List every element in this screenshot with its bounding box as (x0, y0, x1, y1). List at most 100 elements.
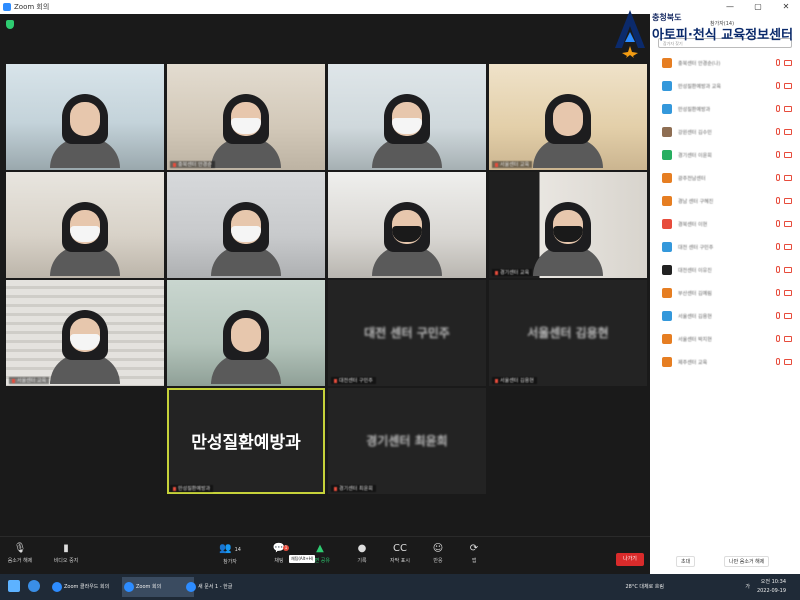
mic-muted-icon (776, 220, 780, 227)
participant-name-label: 서울센터 교육 (9, 377, 50, 384)
video-tile[interactable]: 만성질환예방과 만성질환예방과 (167, 388, 325, 494)
camera-off-icon (784, 221, 792, 227)
video-tile[interactable]: 서울센터 교육 (6, 280, 164, 386)
invite-button[interactable]: 초대 (676, 556, 696, 567)
participants-button[interactable]: 👥 14 참가자 (210, 543, 250, 566)
mic-muted-icon (776, 243, 780, 250)
participant-video (533, 202, 603, 276)
participant-row[interactable]: 서울센터 박지현 (650, 330, 800, 353)
video-tile[interactable]: 대전 센터 구민주 대전센터 구민주 (328, 280, 486, 386)
participant-video (533, 94, 603, 168)
avatar (662, 242, 672, 252)
video-tile[interactable] (6, 64, 164, 170)
mic-muted-icon (776, 128, 780, 135)
camera-off-icon (784, 129, 792, 135)
participant-row[interactable]: 대전 센터 구민주 (650, 238, 800, 261)
app-icon (52, 582, 62, 592)
chat-icon: 💬 (272, 543, 286, 554)
mic-muted-icon (776, 335, 780, 342)
mic-muted-icon (776, 105, 780, 112)
input-language-indicator[interactable]: 가 (745, 583, 750, 590)
participant-row[interactable]: 강원센터 김수민 (650, 123, 800, 146)
participant-row[interactable]: 부산센터 김예림 (650, 284, 800, 307)
avatar (662, 196, 672, 206)
meeting-controls: 🎙 음소거 해제 ▮ 비디오 중지 👥 14 참가자 💬 채팅 1 ▲ 화면 공… (0, 536, 650, 575)
participant-row[interactable]: 제주센터 교육 (650, 353, 800, 376)
participant-row[interactable]: 광주전남센터 (650, 169, 800, 192)
participant-name: 대전 센터 구민주 (678, 245, 714, 251)
mute-button[interactable]: 🎙 음소거 해제 (0, 543, 40, 565)
video-tile[interactable] (328, 172, 486, 278)
participant-name-label: 충북센터 안경순 (170, 161, 215, 168)
edge-icon[interactable] (28, 580, 40, 592)
avatar (662, 357, 672, 367)
participant-row[interactable]: 경남 센터 구혜진 (650, 192, 800, 215)
participant-row[interactable]: 대전센터 이유진 (650, 261, 800, 284)
camera-off-icon (784, 152, 792, 158)
share-screen-icon: ▲ (316, 543, 324, 554)
security-shield-icon[interactable] (6, 20, 14, 29)
reactions-button[interactable]: ☺ 반응 (418, 543, 458, 565)
mic-muted-icon (776, 82, 780, 89)
camera-icon: ▮ (63, 543, 69, 554)
participant-video (50, 202, 120, 276)
video-tile[interactable]: 서울센터 김용현 서울센터 김용현 (489, 280, 647, 386)
participant-name: 서울센터 김용현 (678, 314, 712, 320)
participant-row[interactable]: 만성질환예방과 교육 (650, 77, 800, 100)
captions-button[interactable]: CC 자막 표시 (380, 543, 420, 565)
mic-muted-icon (776, 358, 780, 365)
captions-icon: CC (393, 543, 407, 554)
mic-muted-icon (776, 174, 780, 181)
participant-list: 충북센터 안경순(나) 만성질환예방과 교육만성질환예방과강원센터 김수민경기센터… (650, 54, 800, 376)
mic-muted-icon (776, 151, 780, 158)
camera-off-icon (784, 359, 792, 365)
video-tile[interactable] (167, 280, 325, 386)
participant-name: 충북센터 안경순(나) (678, 61, 721, 67)
leave-button[interactable]: 나가기 (616, 553, 644, 566)
mic-muted-icon (776, 266, 780, 273)
center-logo-overlay: 충청북도 아토피·천식 교육정보센터 (612, 8, 800, 60)
participant-display-name: 대전 센터 구민주 (364, 326, 450, 340)
taskbar-app[interactable]: Zoom 클라우드 회의 (50, 577, 132, 597)
video-tile[interactable] (328, 64, 486, 170)
participant-row[interactable]: 경북센터 이현 (650, 215, 800, 238)
participants-panel: 참가자(14) 참가자 찾기 충북센터 안경순(나) 만성질환예방과 교육 만성질환… (650, 14, 800, 574)
apps-button[interactable]: ⟳ 앱 (454, 543, 494, 565)
avatar (662, 265, 672, 275)
participant-name-label: 만성질환예방과 (170, 485, 214, 492)
windows-start-icon[interactable] (8, 580, 20, 592)
smiley-icon: ☺ (432, 543, 444, 554)
avatar (662, 127, 672, 137)
participant-row[interactable]: 서울센터 김용현 (650, 307, 800, 330)
video-button[interactable]: ▮ 비디오 중지 (46, 543, 86, 565)
video-tile[interactable]: 서울센터 교육 (489, 64, 647, 170)
camera-off-icon (784, 106, 792, 112)
participant-name: 경북센터 이현 (678, 222, 708, 228)
participant-display-name: 서울센터 김용현 (527, 326, 609, 340)
video-tile[interactable]: 경기센터 최윤희 경기센터 최윤희 (328, 388, 486, 494)
zoom-logo-icon (3, 3, 11, 11)
video-tile[interactable] (167, 172, 325, 278)
participant-row[interactable]: 경기센터 이윤희 (650, 146, 800, 169)
windows-taskbar: Zoom 클라우드 회의 Zoom 회의 새 문서 1 - 한글 28°C 대체로 … (0, 574, 800, 600)
weather-status[interactable]: 28°C 대체로 흐림 (625, 583, 664, 590)
camera-off-icon (784, 83, 792, 89)
participant-name: 강원센터 김수민 (678, 130, 712, 136)
clock-time[interactable]: 오전 10:34 (761, 578, 786, 585)
video-tile[interactable] (6, 172, 164, 278)
participant-video (372, 94, 442, 168)
camera-off-icon (784, 336, 792, 342)
video-tile[interactable]: 경기센터 교육 (489, 172, 647, 278)
microphone-muted-icon: 🎙 (13, 543, 27, 554)
participant-row[interactable]: 만성질환예방과 (650, 100, 800, 123)
mic-muted-icon (776, 312, 780, 319)
taskbar-app[interactable]: 새 문서 1 - 한글 (184, 577, 274, 597)
video-tile[interactable]: 충북센터 안경순 (167, 64, 325, 170)
participant-name: 대전센터 이유진 (678, 268, 712, 274)
participant-video (211, 202, 281, 276)
logo-line-2: 아토피·천식 교육정보센터 (652, 28, 794, 43)
unmute-self-button[interactable]: 나만 음소거 해제 (724, 556, 770, 567)
camera-off-icon (784, 175, 792, 181)
participant-name: 만성질환예방과 교육 (678, 84, 721, 90)
record-button[interactable]: ● 기록 (342, 543, 382, 565)
